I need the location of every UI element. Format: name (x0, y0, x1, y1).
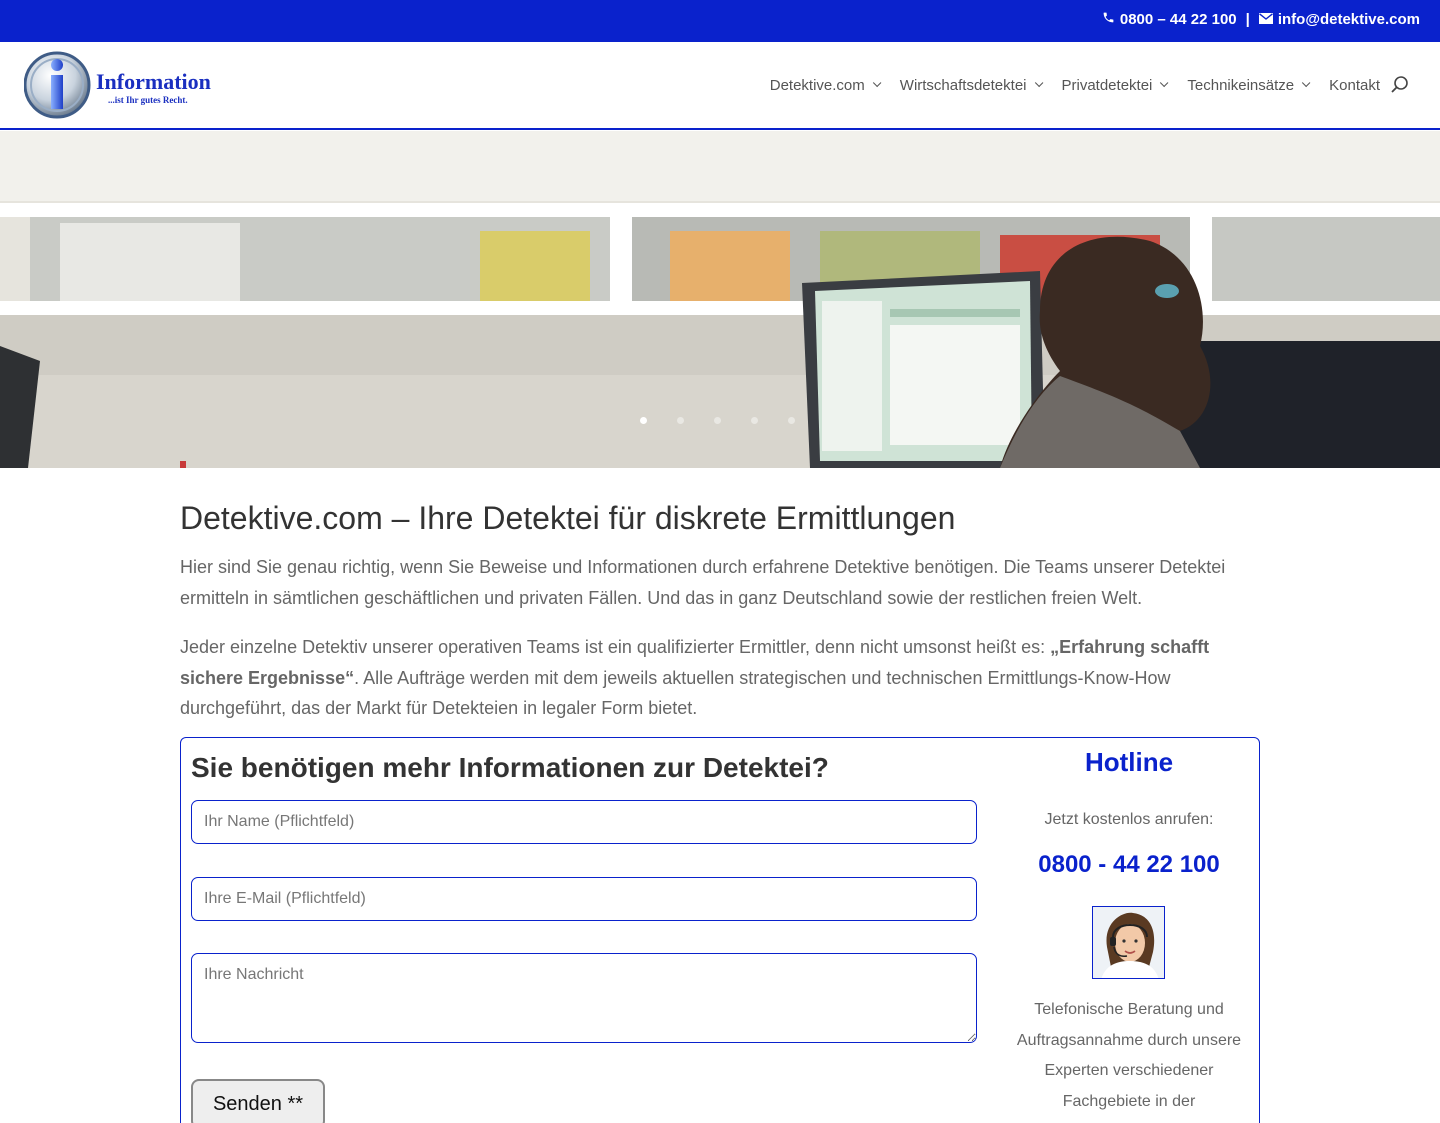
nav-label: Kontakt (1329, 76, 1380, 94)
contact-box: Sie benötigen mehr Informationen zur Det… (180, 737, 1260, 1123)
search-icon[interactable] (1390, 75, 1410, 95)
chevron-down-icon (1302, 78, 1311, 88)
chevron-down-icon (872, 78, 882, 88)
hotline-subtitle: Jetzt kostenlos anrufen: (1044, 811, 1214, 828)
top-separator: | (1245, 11, 1250, 28)
nav-label: Technikeinsätze (1187, 76, 1295, 94)
phone-icon (1102, 11, 1115, 28)
hotline-phone-link[interactable]: 0800 - 44 22 100 (1009, 851, 1249, 879)
slider-dots (640, 417, 825, 424)
main-nav: Detektive.com Wirtschaftsdetektei Privat… (748, 42, 1402, 128)
nav-label: Detektive.com (769, 76, 865, 94)
nav-item-privatdetektei[interactable]: Privatdetektei (1061, 76, 1169, 94)
intro-paragraph: Hier sind Sie genau richtig, wenn Sie Be… (180, 557, 1226, 608)
site-logo[interactable]: Information ...ist Ihr gutes Recht. (23, 51, 214, 119)
top-bar: 0800 – 44 22 100 | info@detektive.com (0, 0, 1440, 42)
email-field[interactable] (191, 877, 977, 921)
top-bar-contacts: 0800 – 44 22 100 | info@detektive.com (1102, 11, 1420, 28)
nav-label: Privatdetektei (1061, 76, 1153, 94)
top-phone-link[interactable]: 0800 – 44 22 100 (1120, 11, 1237, 28)
site-header: Information ...ist Ihr gutes Recht. Dete… (0, 42, 1440, 130)
nav-item-technikeinsaetze[interactable]: Technikeinsätze (1187, 76, 1311, 94)
chevron-down-icon (1160, 78, 1169, 88)
top-email-link[interactable]: info@detektive.com (1278, 11, 1420, 28)
team-paragraph-text: Jeder einzelne Detektiv unserer operativ… (180, 637, 1051, 657)
svg-text:...ist Ihr gutes Recht.: ...ist Ihr gutes Recht. (108, 95, 188, 105)
nav-label: Wirtschaftsdetektei (899, 76, 1027, 94)
hotline-description: Telefonische Beratung und Auftragsannahm… (1016, 1001, 1242, 1110)
svg-text:Information: Information (96, 69, 211, 94)
chevron-down-icon (1034, 78, 1043, 88)
slider-dot-5[interactable] (788, 417, 795, 424)
send-button[interactable]: Senden ** (191, 1079, 325, 1123)
nav-item-detektive[interactable]: Detektive.com (769, 76, 882, 94)
hotline-title: Hotline (1084, 747, 1174, 777)
hero-slider (0, 131, 1440, 468)
envelope-icon (1258, 11, 1273, 28)
contact-form-title: Sie benötigen mehr Informationen zur Det… (191, 752, 829, 783)
slider-dot-3[interactable] (714, 417, 721, 424)
nav-item-wirtschaftsdetektei[interactable]: Wirtschaftsdetektei (899, 76, 1043, 94)
nav-item-kontakt[interactable]: Kontakt (1329, 77, 1380, 94)
message-field[interactable] (191, 953, 977, 1043)
name-field[interactable] (191, 800, 977, 844)
hotline-agent-photo (1092, 906, 1165, 979)
slider-dot-1[interactable] (640, 417, 647, 424)
slider-dot-2[interactable] (677, 417, 684, 424)
page-title: Detektive.com – Ihre Detektei für diskre… (180, 500, 956, 536)
slider-dot-4[interactable] (751, 417, 758, 424)
team-paragraph: Jeder einzelne Detektiv unserer operativ… (180, 632, 1260, 724)
